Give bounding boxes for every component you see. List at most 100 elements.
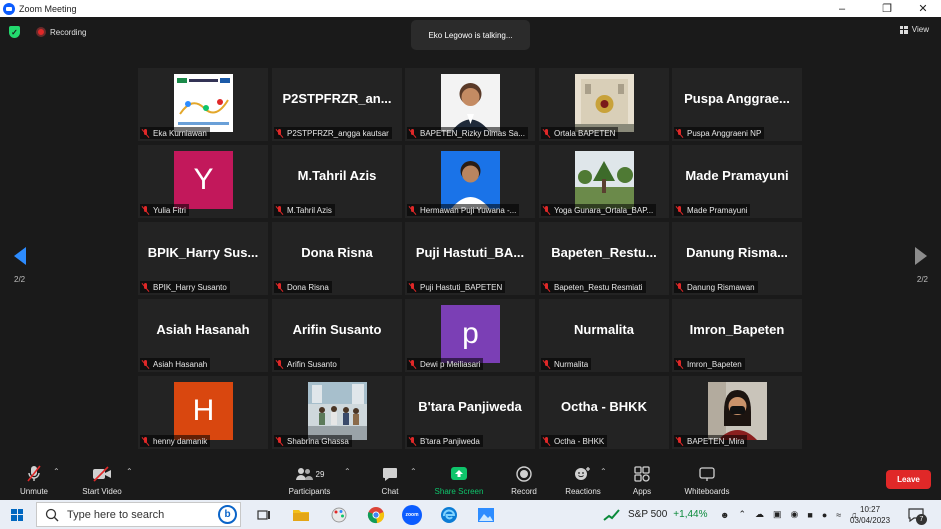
stock-widget[interactable]: S&P 500 +1,44% [603,500,708,529]
participant-display-name: Danung Risma... [686,245,788,260]
leave-button[interactable]: Leave [886,470,931,489]
reactions-chevron-icon[interactable]: ⌃ [600,467,607,476]
participant-tile[interactable]: M.Tahril Azis M.Tahril Azis [272,145,402,218]
meet-now-icon[interactable]: ◉ [791,509,799,520]
security-shield-icon[interactable]: ✓ [9,26,20,38]
participant-tile[interactable]: Made Pramayuni Made Pramayuni [672,145,802,218]
previous-page-arrow-icon[interactable] [14,247,26,265]
participant-name-label: Asiah Hasanah [140,358,211,370]
chat-chevron-icon[interactable]: ⌃ [410,467,417,476]
reactions-button[interactable]: Reactions [561,463,605,496]
participant-tile[interactable]: BAPETEN_Mira [672,376,802,449]
participant-name-label: Dewi p Meiliasari [407,358,484,370]
participant-video-frame [575,74,634,132]
record-dot-icon [36,27,46,37]
participant-tile[interactable]: Puspa Anggrae... Puspa Anggraeni NP [672,68,802,141]
recording-indicator[interactable]: Recording [36,27,86,37]
participant-tile[interactable]: Arifin Susanto Arifin Susanto [272,299,402,372]
paint-app-icon[interactable] [328,504,350,526]
participant-name-label: BPIK_Harry Susanto [140,281,230,293]
participant-tile[interactable]: p Dewi p Meiliasari [405,299,535,372]
participant-tile[interactable]: Y Yulia Fitri [138,145,268,218]
participant-display-name: Arifin Susanto [292,322,382,337]
chat-button[interactable]: Chat [373,463,407,496]
participant-name-label: M.Tahril Azis [274,204,335,216]
share-screen-label: Share Screen [434,487,484,496]
photos-app-icon[interactable] [475,504,497,526]
show-hidden-icons-chevron-icon[interactable]: ⌃ [738,509,746,520]
participant-tile[interactable]: Puji Hastuti_BA... Puji Hastuti_BAPETEN [405,222,535,295]
whiteboards-button[interactable]: Whiteboards [679,463,735,496]
participant-tile[interactable]: Octha - BHKK Octha - BHKK [539,376,669,449]
notification-center-button[interactable]: 7 [908,500,927,529]
participant-tile[interactable]: Yoga Gunara_Ortala_BAP... [539,145,669,218]
participant-name-label: Ortala BAPETEN [541,127,619,139]
video-options-chevron-icon[interactable]: ⌃ [126,467,133,476]
participant-tile[interactable]: Imron_Bapeten Imron_Bapeten [672,299,802,372]
start-button[interactable] [0,500,34,529]
page-indicator-right: 2/2 [916,275,928,284]
participant-tile[interactable]: Eka Kurniawan [138,68,268,141]
audio-options-chevron-icon[interactable]: ⌃ [53,467,60,476]
share-screen-button[interactable]: Share Screen [428,463,490,496]
muted-mic-icon [275,436,284,446]
volume-icon[interactable]: ■ [807,510,812,520]
participant-display-name: Puji Hastuti_BA... [415,245,525,260]
participants-chevron-icon[interactable]: ⌃ [344,467,351,476]
participant-name: Dona Risna [287,282,329,292]
clock[interactable]: 10:27 03/04/2023 [850,500,890,529]
participant-tile[interactable]: Dona Risna Dona Risna [272,222,402,295]
apps-label: Apps [632,487,652,496]
participant-tile[interactable]: P2STPFRZR_an... P2STPFRZR_angga kautsar [272,68,402,141]
participant-avatar: Y [174,151,233,209]
bing-search-icon[interactable]: b [218,505,237,524]
microphone-icon[interactable]: ● [822,510,827,520]
restore-button[interactable]: ❐ [872,0,902,17]
task-view-icon[interactable] [253,504,275,526]
next-page-arrow-icon[interactable] [915,247,927,265]
participant-tile[interactable]: Shabrina Ghassa [272,376,402,449]
participant-tile[interactable]: Ortala BAPETEN [539,68,669,141]
participant-display-name: B'tara Panjiweda [418,399,522,414]
chrome-browser-icon[interactable] [365,504,387,526]
participant-tile[interactable]: B'tara Panjiweda B'tara Panjiweda [405,376,535,449]
participant-tile[interactable]: Bapeten_Restu... Bapeten_Restu Resmiati [539,222,669,295]
participants-button[interactable]: 29 Participants [282,463,337,496]
device-icon[interactable]: ▣ [773,509,782,520]
participant-tile[interactable]: Hermawan Puji Yuwana -... [405,145,535,218]
muted-mic-icon [408,359,417,369]
record-label: Record [511,487,537,496]
start-video-button[interactable]: Start Video [76,463,128,496]
apps-button[interactable]: Apps [627,463,657,496]
onedrive-cloud-icon[interactable]: ☁ [755,509,764,520]
muted-mic-icon [675,436,684,446]
talking-notice: Eko Legowo is talking... [411,20,530,50]
participant-tile[interactable]: Nurmalita Nurmalita [539,299,669,372]
minimize-button[interactable]: – [827,0,857,17]
windows-taskbar: Type here to search b zoom S&P 500 +1,44… [0,500,941,529]
participant-tile[interactable]: Asiah Hasanah Asiah Hasanah [138,299,268,372]
participant-name-label: P2STPFRZR_angga kautsar [274,127,392,139]
unmute-button[interactable]: Unmute [14,463,54,496]
participant-name: Yulia Fitri [153,205,186,215]
participant-name-label: BAPETEN_Mira [674,435,748,447]
wifi-icon[interactable]: ≈ [836,510,841,520]
record-button[interactable]: Record [504,463,544,496]
participant-tile[interactable]: BAPETEN_Rizky Dimas Sa... [405,68,535,141]
taskbar-search-box[interactable]: Type here to search b [36,502,241,527]
participant-tile[interactable]: Hhenny damanik [138,376,268,449]
muted-mic-icon [408,128,417,138]
participant-tile[interactable]: BPIK_Harry Sus... BPIK_Harry Susanto [138,222,268,295]
zoom-app-icon[interactable]: zoom [401,504,423,526]
muted-mic-icon [275,359,284,369]
close-button[interactable]: ✕ [908,0,938,17]
view-button[interactable]: View [899,25,929,34]
participant-tile[interactable]: Danung Risma... Danung Rismawan [672,222,802,295]
file-explorer-icon[interactable] [290,504,312,526]
muted-mic-icon [675,282,684,292]
meeting-toolbar: Unmute ⌃ Start Video ⌃ 29 Participants ⌃… [0,460,941,500]
edge-browser-icon[interactable] [438,504,460,526]
people-icon[interactable]: ☻ [720,510,729,520]
participant-name: Arifin Susanto [287,359,337,369]
participant-name: Puji Hastuti_BAPETEN [420,282,503,292]
